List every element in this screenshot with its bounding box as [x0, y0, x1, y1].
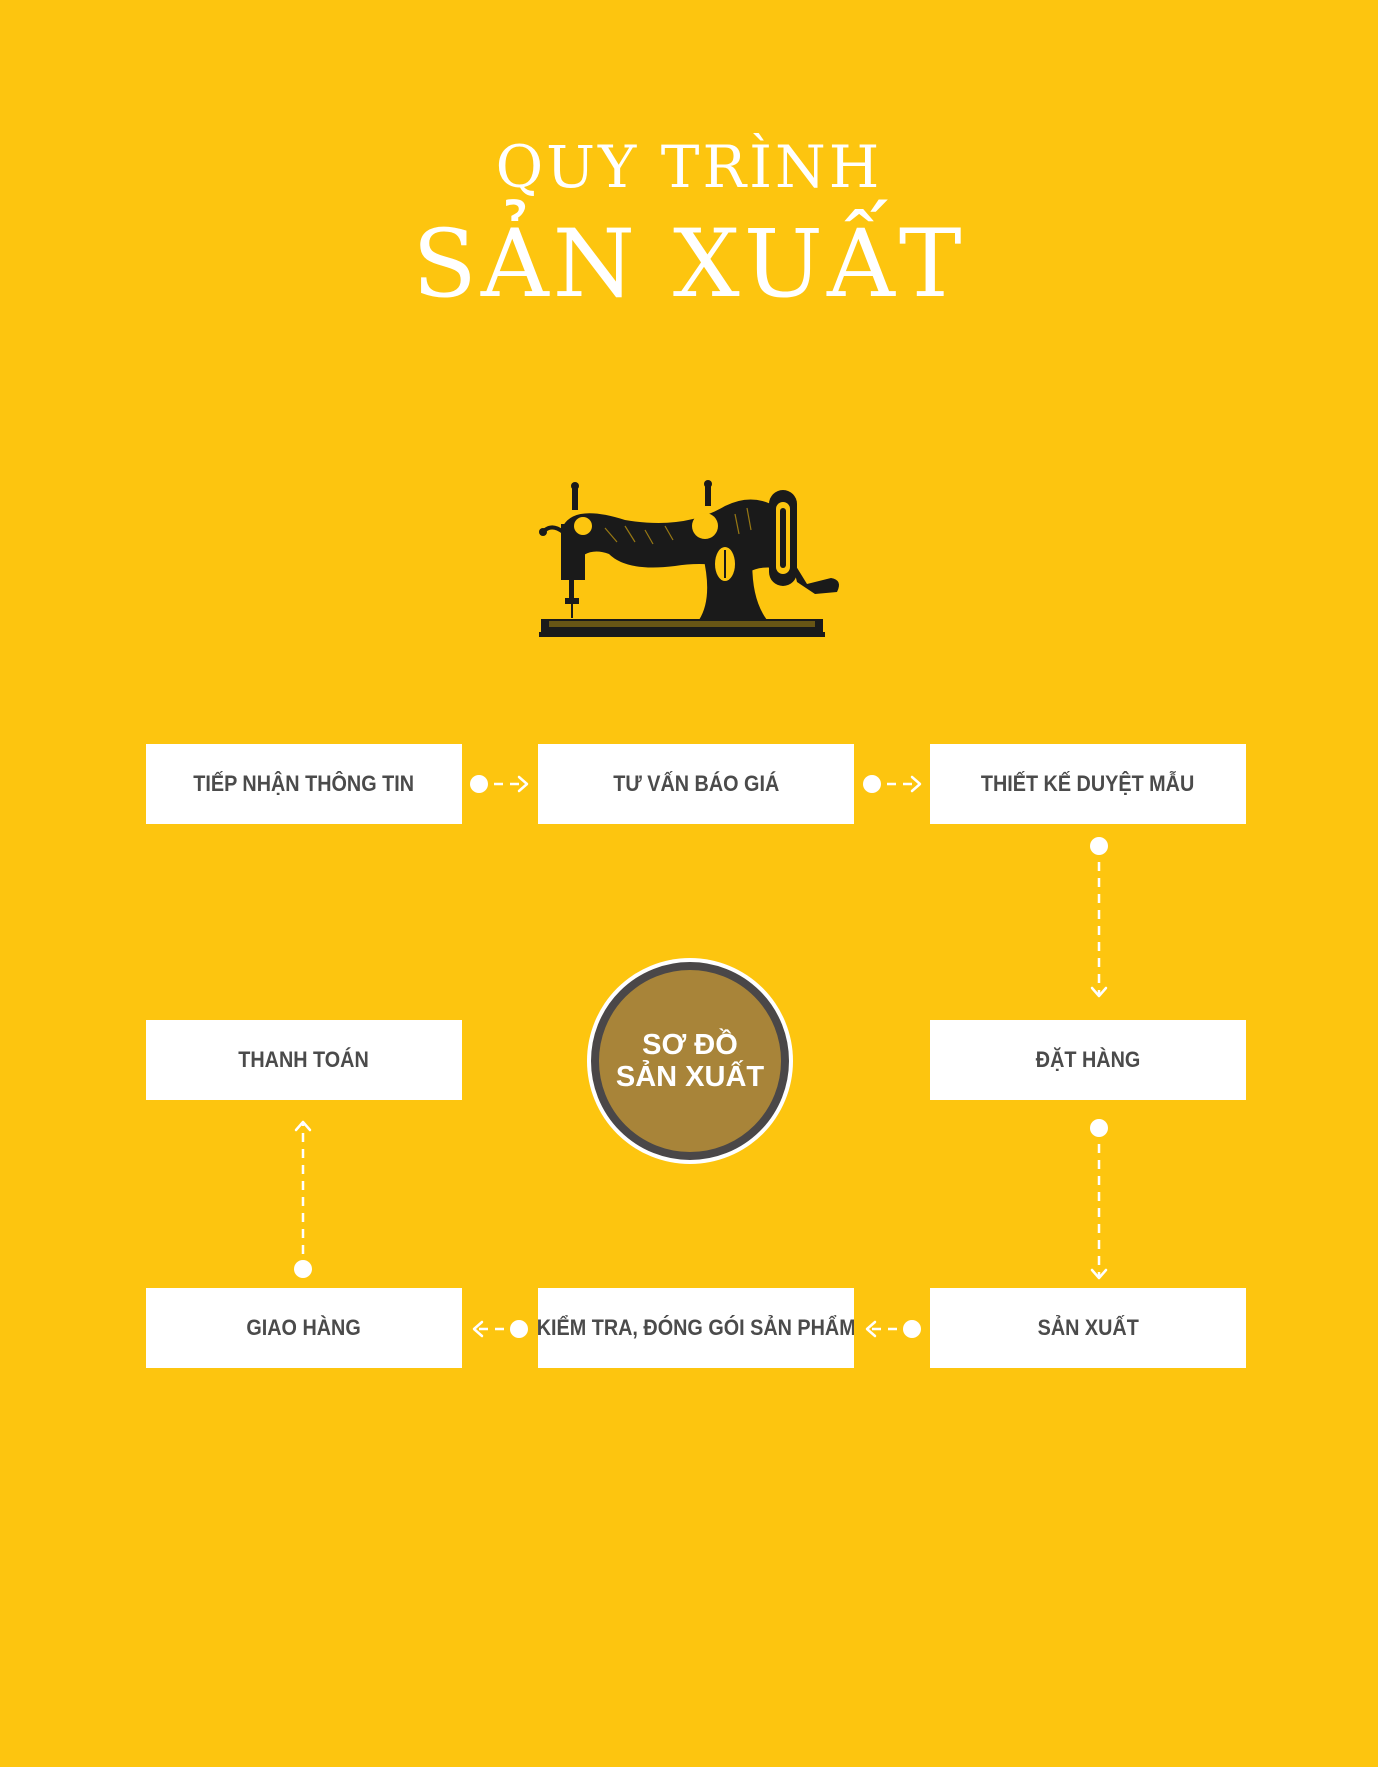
step-box-6: KIỂM TRA, ĐÓNG GÓI SẢN PHẨM — [538, 1288, 854, 1368]
step-label-8: THANH TOÁN — [238, 1047, 370, 1072]
step-label-4: ĐẶT HÀNG — [1035, 1047, 1141, 1072]
step-box-3: THIẾT KẾ DUYỆT MẪU — [930, 744, 1246, 824]
step-label-7: GIAO HÀNG — [246, 1315, 362, 1340]
step-box-1: TIẾP NHẬN THÔNG TIN — [146, 744, 462, 824]
step-label-5: SẢN XUẤT — [1037, 1315, 1139, 1340]
arrow-2-to-3 — [863, 775, 922, 793]
center-label-line-1: SƠ ĐỒ — [642, 1029, 738, 1061]
arrow-6-to-7 — [472, 1320, 528, 1338]
arrow-7-to-8 — [294, 1120, 312, 1278]
step-box-2: TƯ VẤN BÁO GIÁ — [538, 744, 854, 824]
arrow-5-to-6 — [865, 1320, 921, 1338]
step-label-6: KIỂM TRA, ĐÓNG GÓI SẢN PHẨM — [538, 1315, 854, 1340]
center-circle: SƠ ĐỒ SẢN XUẤT — [587, 958, 793, 1164]
arrow-3-to-4 — [1090, 837, 1108, 998]
flow-connectors: .dash { stroke: #ffffff; stroke-width: 2… — [294, 775, 1108, 1338]
step-label-3: THIẾT KẾ DUYỆT MẪU — [981, 771, 1195, 796]
center-label-line-2: SẢN XUẤT — [615, 1061, 765, 1093]
step-box-8: THANH TOÁN — [146, 1020, 462, 1100]
step-label-2: TƯ VẤN BÁO GIÁ — [612, 771, 780, 796]
arrow-1-to-2 — [470, 775, 529, 793]
arrow-4-to-5 — [1090, 1119, 1108, 1280]
step-box-7: GIAO HÀNG — [146, 1288, 462, 1368]
center-circle-inner: SƠ ĐỒ SẢN XUẤT — [591, 962, 789, 1160]
step-box-4: ĐẶT HÀNG — [930, 1020, 1246, 1100]
step-label-1: TIẾP NHẬN THÔNG TIN — [193, 771, 415, 796]
step-box-5: SẢN XUẤT — [930, 1288, 1246, 1368]
